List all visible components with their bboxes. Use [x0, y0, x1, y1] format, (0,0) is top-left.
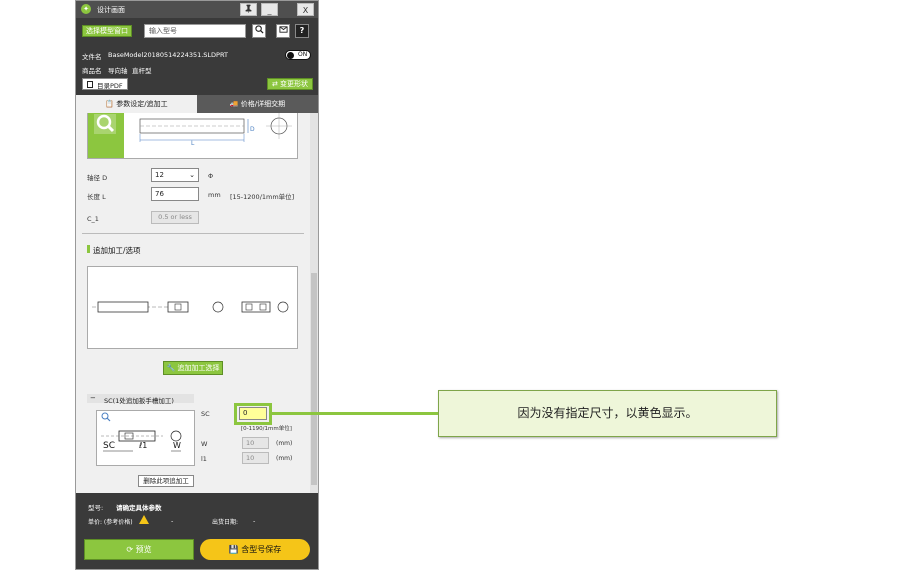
section-marker: [87, 245, 90, 253]
sc-hint: [0-1190/1mm单位]: [241, 426, 292, 432]
add-processing-label: 追加加工选择: [177, 364, 220, 372]
file-name-value: BaseModel20180514224351.SLDPRT: [108, 51, 228, 59]
c1-input[interactable]: 0.5 or less: [151, 211, 199, 224]
toggle-knob: [287, 52, 294, 59]
w-unit: (mm): [276, 440, 293, 447]
sc-diagram: [101, 412, 182, 452]
w-input[interactable]: 10: [242, 437, 269, 449]
toolbar: 选择模型窗口 输入型号 ?: [76, 18, 318, 43]
product-name-label: 商品名: [82, 67, 102, 75]
shaft-diagram: [139, 113, 292, 142]
zoom-area[interactable]: [88, 113, 124, 158]
product-diagram-panel: D L: [87, 113, 298, 159]
minimize-button[interactable]: _: [261, 3, 278, 16]
file-name-label: 文件名: [82, 53, 102, 61]
toggle-switch[interactable]: ON: [285, 50, 311, 60]
delete-processing-button[interactable]: 删除此项追加工: [138, 475, 194, 487]
divider: [82, 233, 304, 234]
search-input[interactable]: 输入型号: [144, 24, 246, 38]
tab-price-label: 价格/详细交期: [240, 100, 286, 108]
fig-sc-label: SC: [103, 441, 115, 451]
sc-header[interactable]: − SC(1处追加扳手槽加工): [87, 394, 194, 405]
shaft-d-unit: Φ: [208, 172, 214, 180]
wrench-icon: 🔧: [166, 364, 176, 372]
mail-icon[interactable]: [276, 24, 290, 38]
params-content: D L 轴径 D 12 ⌄ Φ 长度 L 76 mm [15-1200/1mm单…: [76, 113, 310, 493]
chevron-down-icon: ⌄: [189, 171, 195, 179]
scrollbar[interactable]: [310, 113, 318, 493]
fig-l1-label: ℓ1: [139, 441, 148, 450]
clipboard-icon: 📋: [105, 100, 115, 108]
document-icon: [87, 81, 93, 88]
save-label: 含型号保存: [241, 545, 282, 554]
ship-value: -: [253, 517, 256, 525]
app-logo-icon: ✦: [81, 4, 91, 14]
warning-icon: [139, 515, 149, 524]
tab-price[interactable]: 🚚 价格/详细交期: [197, 95, 318, 113]
tab-params[interactable]: 📋 参数设定/追加工: [76, 95, 197, 113]
catalog-pdf-label: 目录PDF: [97, 82, 123, 90]
callout-note: 因为没有指定尺寸，以黄色显示。: [438, 390, 777, 437]
l1-label: l1: [201, 455, 207, 463]
shaft-d-value: 12: [155, 171, 164, 179]
refresh-icon: ⟳: [126, 545, 134, 554]
highlight-frame: [234, 403, 272, 425]
diagram-d-label: D: [250, 126, 255, 133]
shaft-d-select[interactable]: 12 ⌄: [151, 168, 199, 182]
length-input[interactable]: 76: [151, 187, 199, 201]
catalog-pdf-button[interactable]: 目录PDF: [82, 78, 128, 90]
sc-diagram-panel: SC ℓ1 W: [96, 410, 195, 466]
c1-label: C_1: [87, 215, 99, 223]
window-title: 设计画面: [97, 6, 125, 14]
extra-processing-diagram: [92, 301, 289, 313]
length-unit: mm: [208, 191, 221, 199]
select-model-window-button[interactable]: 选择模型窗口: [82, 25, 132, 37]
product-name-value-2: 直杆型: [132, 67, 152, 75]
diagram-l-label: L: [191, 140, 195, 147]
tab-params-label: 参数设定/追加工: [116, 100, 168, 108]
scrollbar-thumb[interactable]: [311, 273, 317, 485]
collapse-icon: −: [90, 394, 96, 402]
save-with-model-button[interactable]: 💾 含型号保存: [200, 539, 310, 560]
change-shape-label: 变更形状: [280, 80, 309, 88]
model-value: 请确定具体参数: [116, 504, 162, 512]
pin-icon[interactable]: [240, 3, 257, 16]
length-range: [15-1200/1mm单位]: [230, 193, 295, 201]
preview-label: 预览: [135, 545, 152, 554]
ship-label: 出货日期:: [212, 519, 239, 526]
swap-icon: ⇄: [271, 80, 278, 88]
title-bar: ✦ 设计画面 _ X: [76, 1, 318, 18]
model-label: 型号:: [88, 504, 104, 512]
truck-icon: 🚚: [229, 100, 239, 108]
help-icon[interactable]: ?: [295, 24, 309, 38]
save-icon: 💾: [228, 545, 239, 554]
product-name-value-1: 导向轴: [108, 67, 128, 75]
extra-section-title: 追加加工/选项: [93, 246, 141, 255]
design-window: ✦ 设计画面 _ X 选择模型窗口 输入型号 ? 文件名 BaseModel20…: [75, 0, 319, 570]
change-shape-button[interactable]: ⇄ 变更形状: [267, 78, 313, 90]
tab-bar: 📋 参数设定/追加工 🚚 价格/详细交期: [76, 95, 318, 113]
magnifier-icon: [94, 114, 116, 134]
add-processing-button[interactable]: 🔧 追加加工选择: [163, 361, 223, 375]
search-icon[interactable]: [252, 24, 266, 38]
l1-unit: (mm): [276, 455, 293, 462]
w-label: W: [201, 440, 208, 448]
length-label: 长度 L: [87, 193, 106, 201]
shaft-d-label: 轴径 D: [87, 174, 108, 182]
price-label: 单价: (参考价格): [88, 519, 133, 526]
preview-button[interactable]: ⟳ 预览: [84, 539, 194, 560]
extra-diagram-panel: [87, 266, 298, 349]
l1-input[interactable]: 10: [242, 452, 269, 464]
file-info-bar: 文件名 BaseModel20180514224351.SLDPRT ON 商品…: [76, 43, 318, 95]
price-value: -: [171, 517, 174, 525]
close-button[interactable]: X: [297, 3, 314, 16]
toggle-text: ON: [298, 51, 308, 58]
bottom-bar: 型号: 请确定具体参数 单价: (参考价格) - 出货日期: - ⟳ 预览 💾 …: [76, 493, 318, 569]
fig-w-label: W: [173, 441, 181, 450]
sc-header-label: SC(1处追加扳手槽加工): [104, 397, 174, 405]
callout-connector: [269, 412, 439, 415]
sc-label: SC: [201, 410, 210, 418]
